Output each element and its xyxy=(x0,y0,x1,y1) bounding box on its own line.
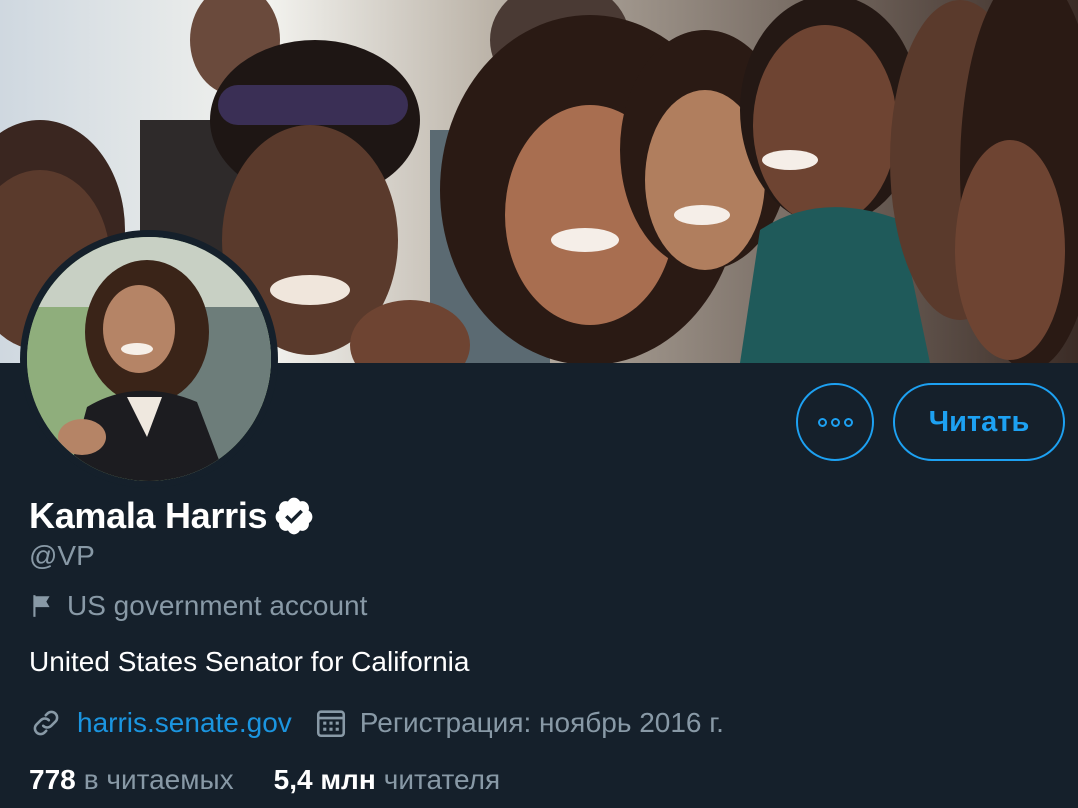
join-date: Регистрация: ноябрь 2016 г. xyxy=(359,707,724,738)
followers-label: читателя xyxy=(383,764,501,795)
following-label: в читаемых xyxy=(83,764,234,795)
profile-bio: United States Senator for California xyxy=(29,646,470,677)
followers-stat[interactable]: 5,4 млн читателя xyxy=(274,764,500,796)
link-icon xyxy=(29,706,63,740)
avatar-photo xyxy=(27,237,271,481)
following-count: 778 xyxy=(29,764,76,795)
more-options-button[interactable] xyxy=(796,383,874,461)
following-stat[interactable]: 778 в читаемых xyxy=(29,764,234,796)
verified-badge-icon xyxy=(273,495,315,537)
government-label: US government account xyxy=(29,588,367,624)
calendar-icon xyxy=(314,706,348,740)
profile-handle: @VP xyxy=(29,540,95,571)
government-label-text: US government account xyxy=(67,590,368,621)
profile-stats: 778 в читаемых 5,4 млн читателя xyxy=(29,760,540,800)
profile-page: Читать Kamala Harris @VP US government a… xyxy=(0,0,1078,808)
name-row: Kamala Harris xyxy=(29,492,315,540)
display-name: Kamala Harris xyxy=(29,495,268,536)
more-dots-icon xyxy=(817,417,853,427)
profile-meta: harris.senate.gov Регистрация: ноябрь 20… xyxy=(29,703,724,743)
website-link[interactable]: harris.senate.gov xyxy=(77,707,292,739)
flag-icon xyxy=(29,593,55,619)
profile-avatar[interactable] xyxy=(20,230,278,488)
followers-count: 5,4 млн xyxy=(273,764,376,795)
follow-button[interactable]: Читать xyxy=(893,383,1065,461)
